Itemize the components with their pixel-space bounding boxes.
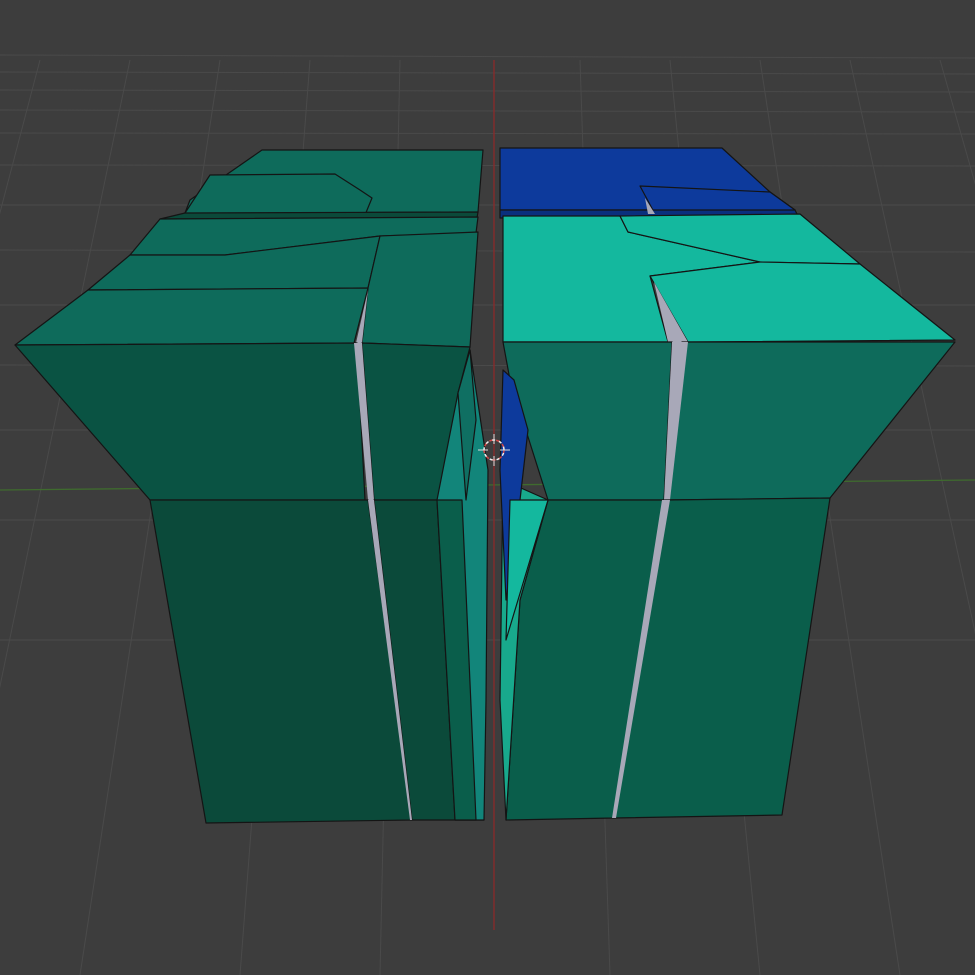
fracture-piece-right[interactable] <box>499 147 956 821</box>
3d-viewport[interactable] <box>0 0 975 975</box>
fracture-piece-left[interactable] <box>14 149 489 824</box>
viewport-canvas[interactable] <box>0 0 975 975</box>
